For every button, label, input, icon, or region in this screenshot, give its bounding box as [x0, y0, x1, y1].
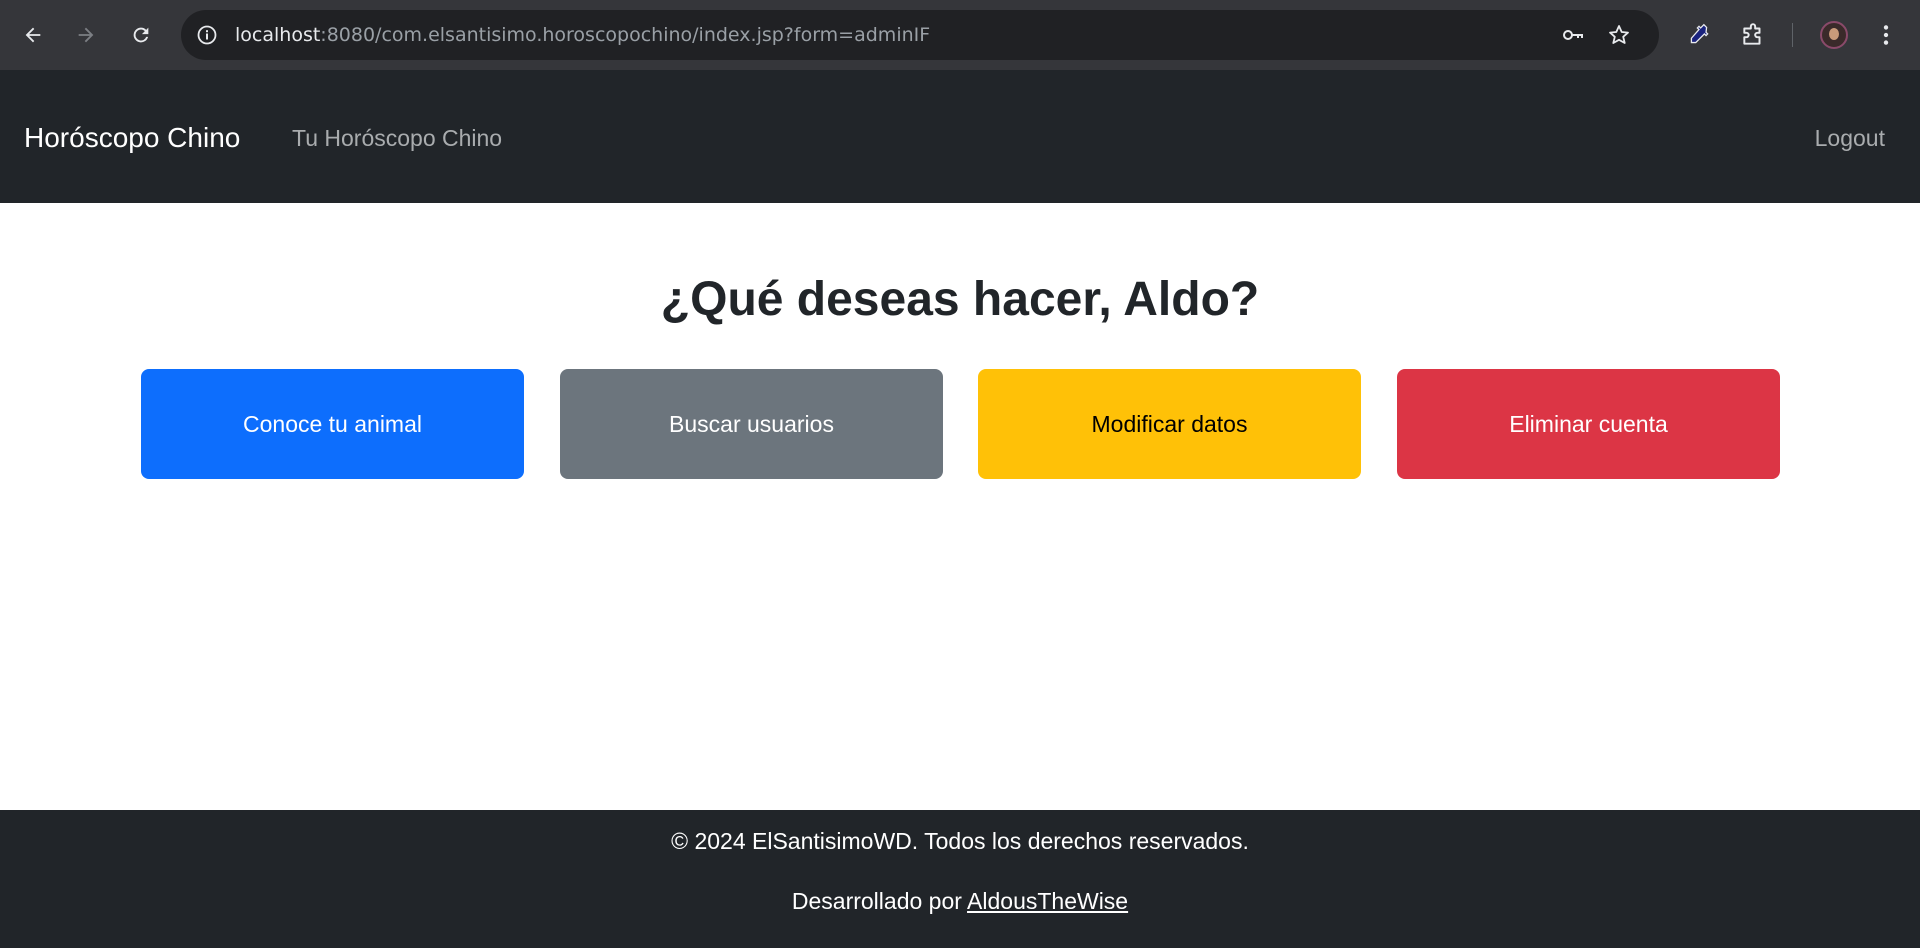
footer-developed-by: Desarrollado por — [791, 888, 968, 914]
extensions-icon[interactable] — [1740, 22, 1766, 48]
delete-account-button[interactable]: Eliminar cuenta — [1397, 369, 1780, 479]
address-bar[interactable]: localhost:8080/com.elsantisimo.horoscopo… — [181, 10, 1659, 60]
nav-link-horoscope[interactable]: Tu Horóscopo Chino — [292, 70, 502, 203]
browser-toolbar: localhost:8080/com.elsantisimo.horoscopo… — [0, 0, 1920, 70]
footer-copyright: © 2024 ElSantisimoWD. Todos los derechos… — [671, 828, 1249, 854]
logout-link[interactable]: Logout — [1815, 70, 1885, 203]
modify-data-button[interactable]: Modificar datos — [978, 369, 1361, 479]
back-arrow-icon[interactable] — [19, 21, 47, 49]
forward-arrow-icon[interactable] — [72, 21, 100, 49]
key-icon[interactable] — [1561, 23, 1585, 47]
toolbar-separator — [1792, 23, 1793, 47]
page-footer: © 2024 ElSantisimoWD. Todos los derechos… — [0, 810, 1920, 948]
more-vert-icon[interactable] — [1873, 22, 1899, 48]
star-icon[interactable] — [1607, 23, 1631, 47]
eyedropper-icon[interactable] — [1686, 22, 1712, 48]
page-title: ¿Qué deseas hacer, Aldo? — [660, 273, 1260, 326]
info-icon[interactable] — [195, 23, 219, 47]
app-navbar: Horóscopo Chino Tu Horóscopo Chino Logou… — [0, 70, 1920, 203]
search-users-button[interactable]: Buscar usuarios — [560, 369, 943, 479]
footer-developer: Desarrollado por AldousTheWise — [0, 888, 1920, 915]
reload-icon[interactable] — [127, 21, 155, 49]
url-host: localhost — [235, 24, 321, 46]
author-link[interactable]: AldousTheWise — [967, 888, 1128, 914]
brand-link[interactable]: Horóscopo Chino — [24, 70, 240, 203]
url-path: :8080/com.elsantisimo.horoscopochino/ind… — [320, 24, 931, 46]
know-your-animal-button[interactable]: Conoce tu animal — [141, 369, 524, 479]
profile-avatar[interactable] — [1820, 21, 1848, 49]
url-text[interactable]: localhost:8080/com.elsantisimo.horoscopo… — [235, 10, 930, 60]
